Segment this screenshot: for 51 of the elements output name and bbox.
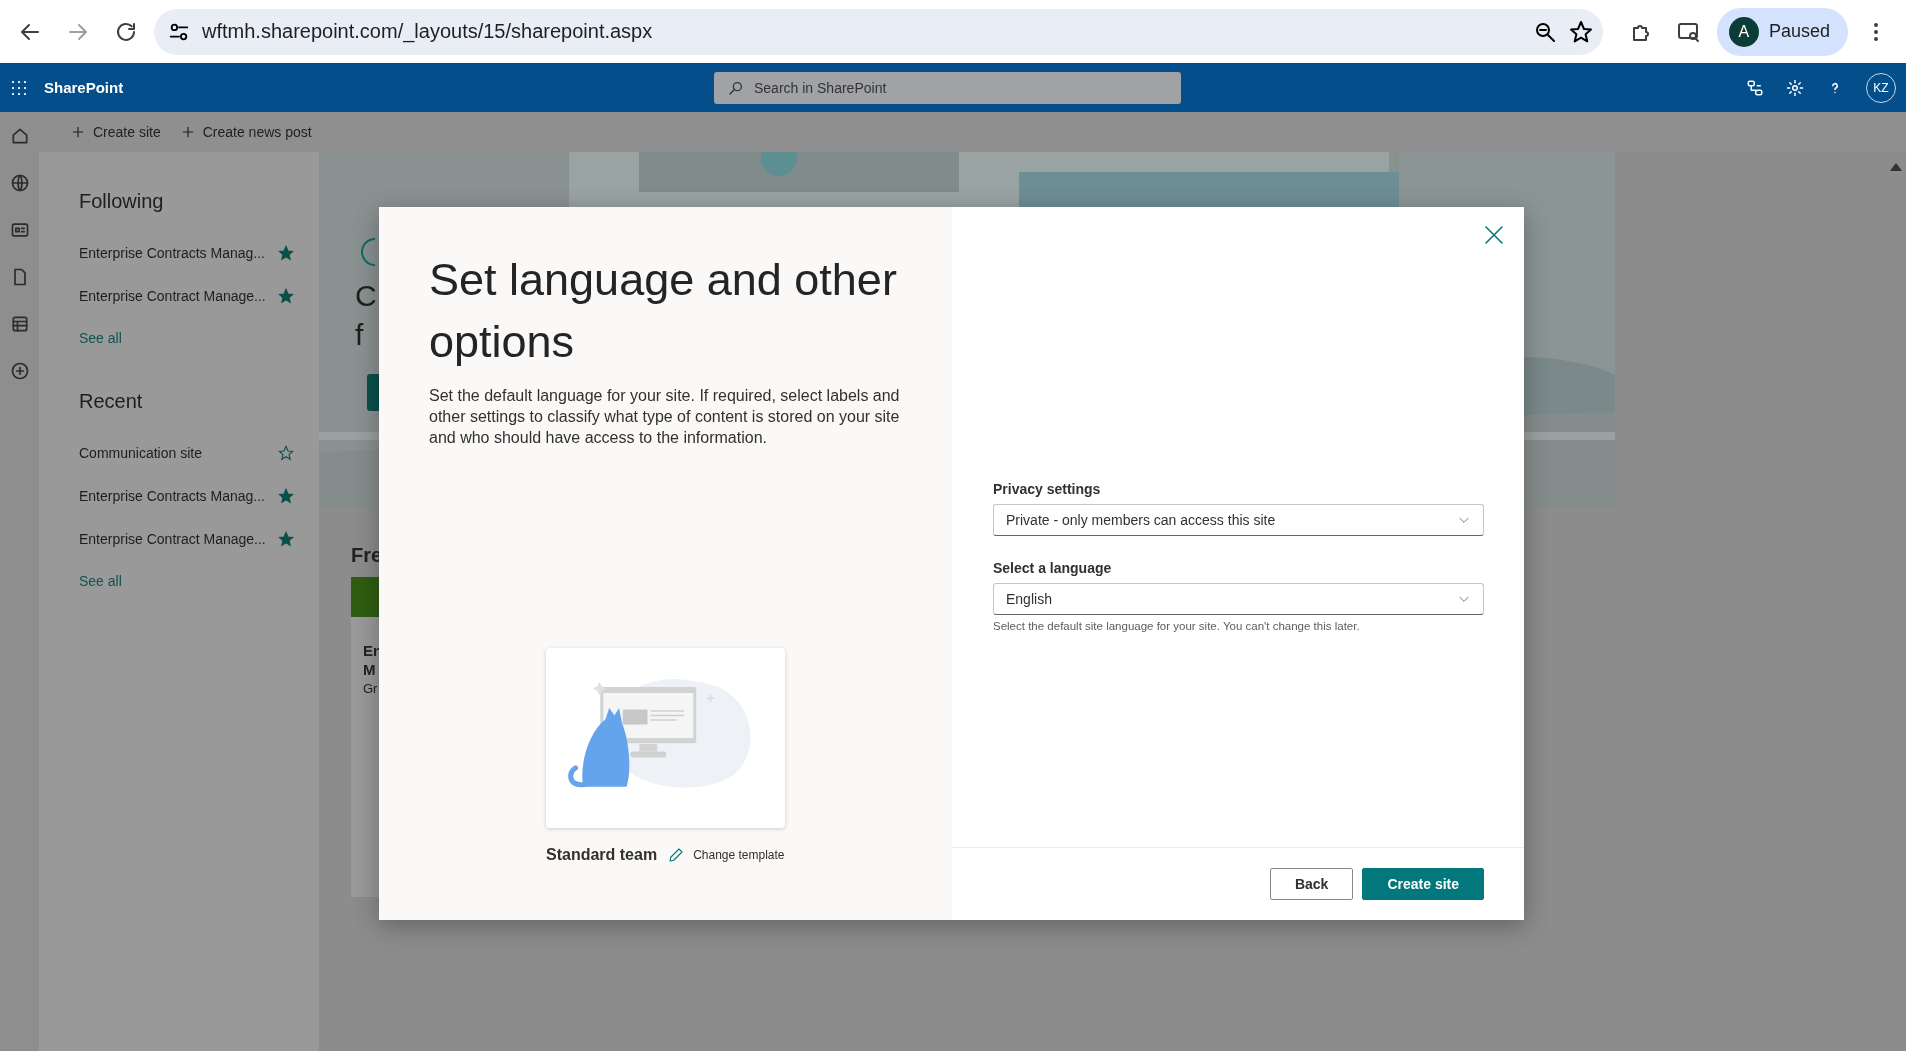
template-name: Standard team <box>546 846 658 864</box>
nav-section-title: Following <box>79 190 165 213</box>
settings-icon[interactable] <box>1786 78 1804 97</box>
network-icon[interactable] <box>1746 78 1764 97</box>
profile-status: Paused <box>1768 21 1830 42</box>
nav-site-link[interactable]: Communication site <box>79 444 202 461</box>
filled-star-icon[interactable] <box>278 287 294 304</box>
field-label: Privacy settings <box>993 481 1102 497</box>
plus-icon <box>180 125 195 139</box>
filled-star-icon[interactable] <box>278 530 294 547</box>
command-button[interactable]: Create site <box>71 124 161 140</box>
app-launcher-icon[interactable] <box>10 78 28 97</box>
close-icon[interactable] <box>1482 223 1506 247</box>
nav-site-link[interactable]: Enterprise Contracts Manag... <box>79 487 265 504</box>
card-subtitle: Gr <box>362 680 379 698</box>
profile-avatar: A <box>1728 16 1759 47</box>
plus-icon <box>71 125 85 139</box>
hero-heading: f <box>355 317 364 353</box>
nav-site-link[interactable]: Enterprise Contract Manage... <box>79 287 266 304</box>
search-icon <box>728 79 744 96</box>
bookmark-star-icon[interactable] <box>1568 19 1593 44</box>
primary-button[interactable]: Create site <box>1362 868 1484 900</box>
profile-button[interactable]: A Paused <box>1716 7 1848 56</box>
card-title: M <box>362 660 377 679</box>
nav-site-link[interactable]: Enterprise Contract Manage... <box>79 530 266 547</box>
template-preview[interactable] <box>546 648 785 828</box>
hero-heading: C <box>355 278 377 314</box>
see-all-link[interactable]: See all <box>79 330 122 346</box>
nav-site-link[interactable]: Enterprise Contracts Manag... <box>79 244 265 261</box>
dialog-title: Set language and other options <box>429 253 898 369</box>
field-label: Select a language <box>993 560 1113 576</box>
globe-icon[interactable] <box>9 173 30 193</box>
see-all-link[interactable]: See all <box>79 573 122 589</box>
scroll-up-icon[interactable] <box>1890 161 1902 171</box>
change-template-link[interactable]: Change template <box>667 846 785 864</box>
tag-icon <box>359 238 375 266</box>
add-circle-icon[interactable] <box>9 361 30 381</box>
filled-star-icon[interactable] <box>278 244 294 261</box>
search-field[interactable]: Search in SharePoint <box>714 71 1181 104</box>
news-icon[interactable] <box>9 220 30 240</box>
app-name[interactable]: SharePoint <box>44 79 714 96</box>
nav-section-title: Recent <box>79 390 144 413</box>
star-outline-icon[interactable] <box>278 444 294 461</box>
dropdown-field[interactable]: Private - only members can access this site <box>993 504 1484 536</box>
kebab-menu-icon <box>1874 22 1878 41</box>
dialog-description: Set the default language for your site. If required, select labels and other settings to classify what type of content is stored on your site and who should have access to the information. <box>429 386 901 448</box>
secondary-button[interactable]: Back <box>1269 868 1354 900</box>
dropdown-field[interactable]: English <box>993 583 1484 615</box>
command-button[interactable]: Create news post <box>180 124 312 140</box>
filled-star-icon[interactable] <box>278 487 294 504</box>
field-hint: Select the default site language for your site. You can't change this later. <box>993 620 1361 632</box>
